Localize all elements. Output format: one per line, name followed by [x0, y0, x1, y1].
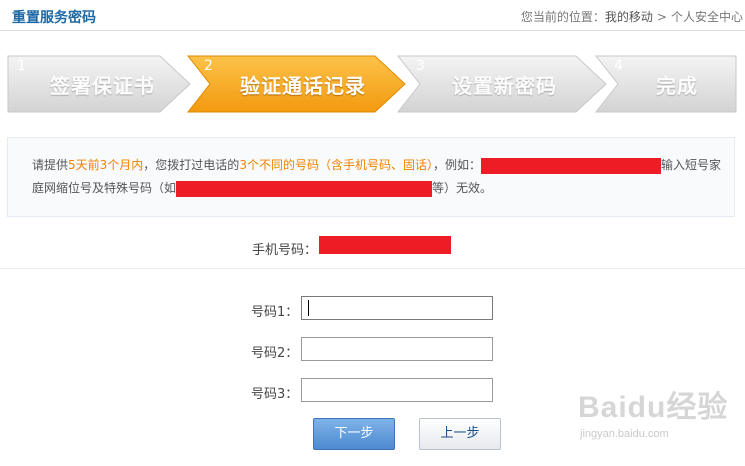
- notice-text-part: ，您拨打过电话的: [143, 158, 240, 172]
- number-3-input[interactable]: [301, 378, 493, 402]
- number-1-row: 号码1：: [0, 296, 745, 322]
- number-1-label: 号码1：: [251, 305, 299, 320]
- previous-step-button[interactable]: 上一步: [419, 418, 501, 450]
- page-title: 重置服务密码: [12, 10, 96, 26]
- breadcrumb-separator: >: [656, 10, 667, 24]
- step-number: 1: [17, 58, 26, 74]
- page-header: 重置服务密码 您当前的位置：我的移动 > 个人安全中心: [0, 0, 745, 31]
- breadcrumb: 您当前的位置：我的移动 > 个人安全中心: [521, 8, 743, 25]
- notice-text: 请提供5天前3个月内，您拨打过电话的3个不同的号码（含手机号码、固话），例如：输…: [32, 154, 722, 200]
- redacted-example: [480, 157, 661, 174]
- step-number: 3: [416, 58, 425, 74]
- breadcrumb-current: 个人安全中心: [670, 10, 743, 24]
- breadcrumb-prefix: 您当前的位置：: [520, 10, 605, 24]
- notice-highlight-numbers: 3个不同的号码（含手机号码、固话）: [239, 158, 433, 172]
- next-step-button[interactable]: 下一步: [313, 418, 395, 450]
- step-label: 签署保证书: [50, 74, 155, 98]
- step-label: 验证通话记录: [240, 74, 366, 98]
- watermark-url: jingyan.baidu.com: [580, 428, 669, 440]
- progress-steps: 1 签署保证书 2 验证通话记录 3 设置新密码 4 完成: [0, 48, 745, 122]
- step-number: 2: [204, 58, 213, 74]
- step-label: 完成: [656, 74, 698, 98]
- number-1-input[interactable]: [301, 296, 493, 320]
- baidu-logo: Baidu经验: [578, 391, 729, 424]
- number-2-row: 号码2：: [0, 337, 745, 363]
- text-caret: [308, 300, 309, 316]
- step-label: 设置新密码: [452, 74, 557, 98]
- notice-highlight-period: 5天前3个月内: [68, 158, 144, 172]
- notice-text-part: 请提供: [32, 158, 69, 172]
- number-2-label: 号码2：: [251, 346, 299, 361]
- instruction-notice: 请提供5天前3个月内，您拨打过电话的3个不同的号码（含手机号码、固话），例如：输…: [7, 137, 735, 217]
- step-number: 4: [614, 58, 623, 74]
- number-2-input[interactable]: [301, 337, 493, 361]
- redacted-special-numbers: [176, 180, 433, 197]
- number-3-label: 号码3：: [251, 387, 299, 402]
- notice-text-part: 等）无效。: [432, 181, 493, 195]
- breadcrumb-link-my-mobile[interactable]: 我的移动: [605, 10, 653, 24]
- phone-number-label: 手机号码：: [252, 243, 318, 258]
- notice-text-part: ，例如：: [432, 158, 481, 172]
- baidu-watermark: Baidu经验 jingyan.baidu.com: [578, 382, 738, 452]
- redacted-phone-number: [319, 236, 451, 254]
- phone-number-row: 手机号码：: [0, 233, 745, 269]
